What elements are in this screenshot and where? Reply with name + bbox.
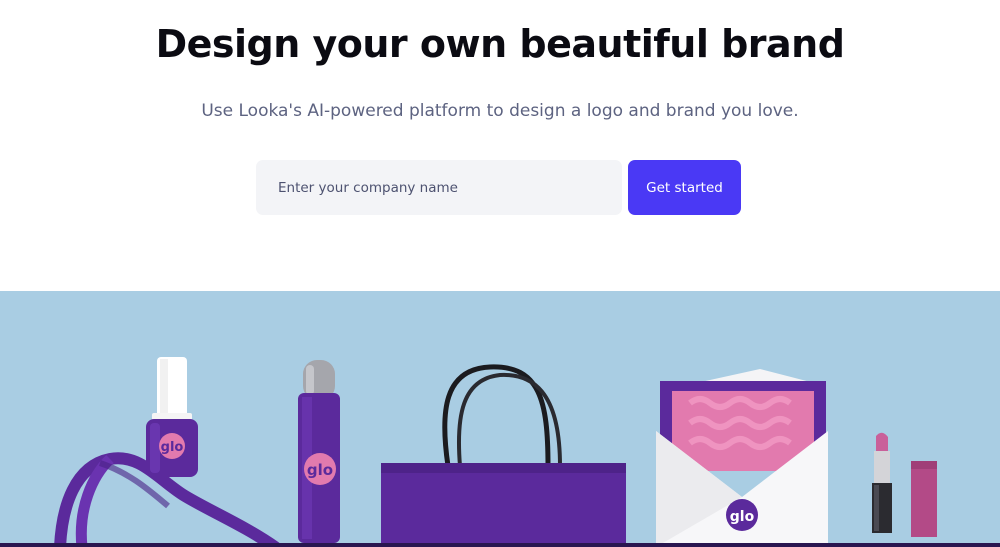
spray-can: glo bbox=[298, 360, 340, 543]
brand-mockup-image: glo glo glo bbox=[0, 291, 1000, 547]
hero-section: Design your own beautiful brand Use Look… bbox=[0, 0, 1000, 291]
nail-polish-bottle: glo bbox=[146, 357, 198, 477]
page-title: Design your own beautiful brand bbox=[155, 22, 845, 66]
nail-polish-logo: glo bbox=[161, 440, 184, 455]
shopping-bag bbox=[381, 364, 626, 547]
brand-mockup-illustration: glo glo glo bbox=[54, 357, 937, 547]
envelope-logo: glo bbox=[730, 509, 755, 525]
company-name-form: Get started bbox=[256, 160, 741, 215]
spray-can-logo: glo bbox=[307, 461, 333, 479]
page-subtitle: Use Looka's AI-powered platform to desig… bbox=[201, 101, 799, 121]
bottom-edge-bar bbox=[0, 543, 1000, 547]
lipstick bbox=[872, 432, 937, 537]
envelope-with-card: glo bbox=[656, 369, 828, 547]
get-started-button[interactable]: Get started bbox=[628, 160, 741, 215]
company-name-input[interactable] bbox=[256, 160, 622, 215]
